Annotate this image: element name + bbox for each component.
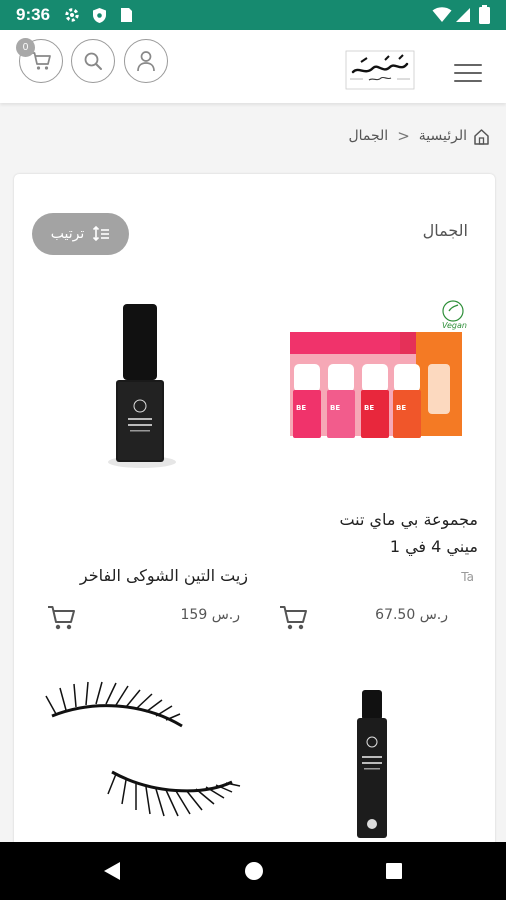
account-button[interactable] [124,39,168,83]
home-nav-icon[interactable] [244,861,264,881]
dukani-logo[interactable] [345,50,415,90]
add-to-cart-icon[interactable] [278,604,308,632]
wifi-icon [432,7,452,22]
product-image[interactable] [32,674,252,842]
menu-line [454,72,482,74]
product-listing-card: الجمال ترتيب Vegan BE BE BE BE مجموعة بي… [14,174,495,874]
breadcrumb-current: الجمال [348,128,389,144]
sim-card-icon [121,8,132,22]
menu-line [454,64,482,66]
breadcrumb-home[interactable]: الرئيسية [419,128,467,144]
product-image[interactable] [266,674,486,842]
menu-button[interactable] [454,64,482,84]
search-button[interactable] [71,39,115,83]
battery-icon [479,5,490,24]
home-icon[interactable] [473,128,490,145]
svg-text:BE: BE [396,404,406,412]
product-image[interactable]: Vegan BE BE BE BE [266,284,486,494]
signal-icon [456,8,470,22]
svg-text:Vegan: Vegan [442,321,467,330]
cart-count-badge: 0 [16,38,35,57]
product-name[interactable]: مجموعة بي ماي تنت ميني 4 في 1 [268,506,478,560]
product-name-line2: ميني 4 في 1 [389,537,478,556]
user-icon [137,51,155,72]
app-header: 0 [0,30,506,103]
back-icon[interactable] [103,861,121,881]
add-to-cart-icon[interactable] [46,604,76,632]
sort-button[interactable]: ترتيب [32,213,129,255]
product-card[interactable]: زيت التين الشوكى الفاخر 159 ر.س [32,284,252,634]
product-image[interactable] [32,284,252,494]
product-name-line1: مجموعة بي ماي تنت [339,510,478,529]
product-price: 159 ر.س [180,607,240,623]
breadcrumb-separator: > [397,127,410,145]
status-bar: 9:36 [0,0,506,30]
svg-text:BE: BE [330,404,340,412]
category-title: الجمال [422,221,468,240]
product-card[interactable]: Vegan BE BE BE BE مجموعة بي ماي تنت ميني… [266,284,486,634]
system-nav-bar [0,842,506,900]
product-name[interactable]: زيت التين الشوكى الفاخر [38,562,248,589]
cart-icon [31,52,51,70]
logo-image [345,50,415,90]
product-price: 67.50 ر.س [375,607,448,623]
shield-icon [93,8,106,23]
menu-line [454,80,482,82]
status-time: 9:36 [16,5,51,24]
search-icon [84,52,102,70]
product-vendor: Ta [461,570,474,584]
settings-icon [65,8,79,22]
recents-icon[interactable] [385,862,403,880]
svg-text:BE: BE [296,404,306,412]
sort-icon [93,225,110,242]
svg-text:BE: BE [364,404,374,412]
breadcrumb: الرئيسية > الجمال [348,124,490,148]
sort-label: ترتيب [50,226,85,242]
